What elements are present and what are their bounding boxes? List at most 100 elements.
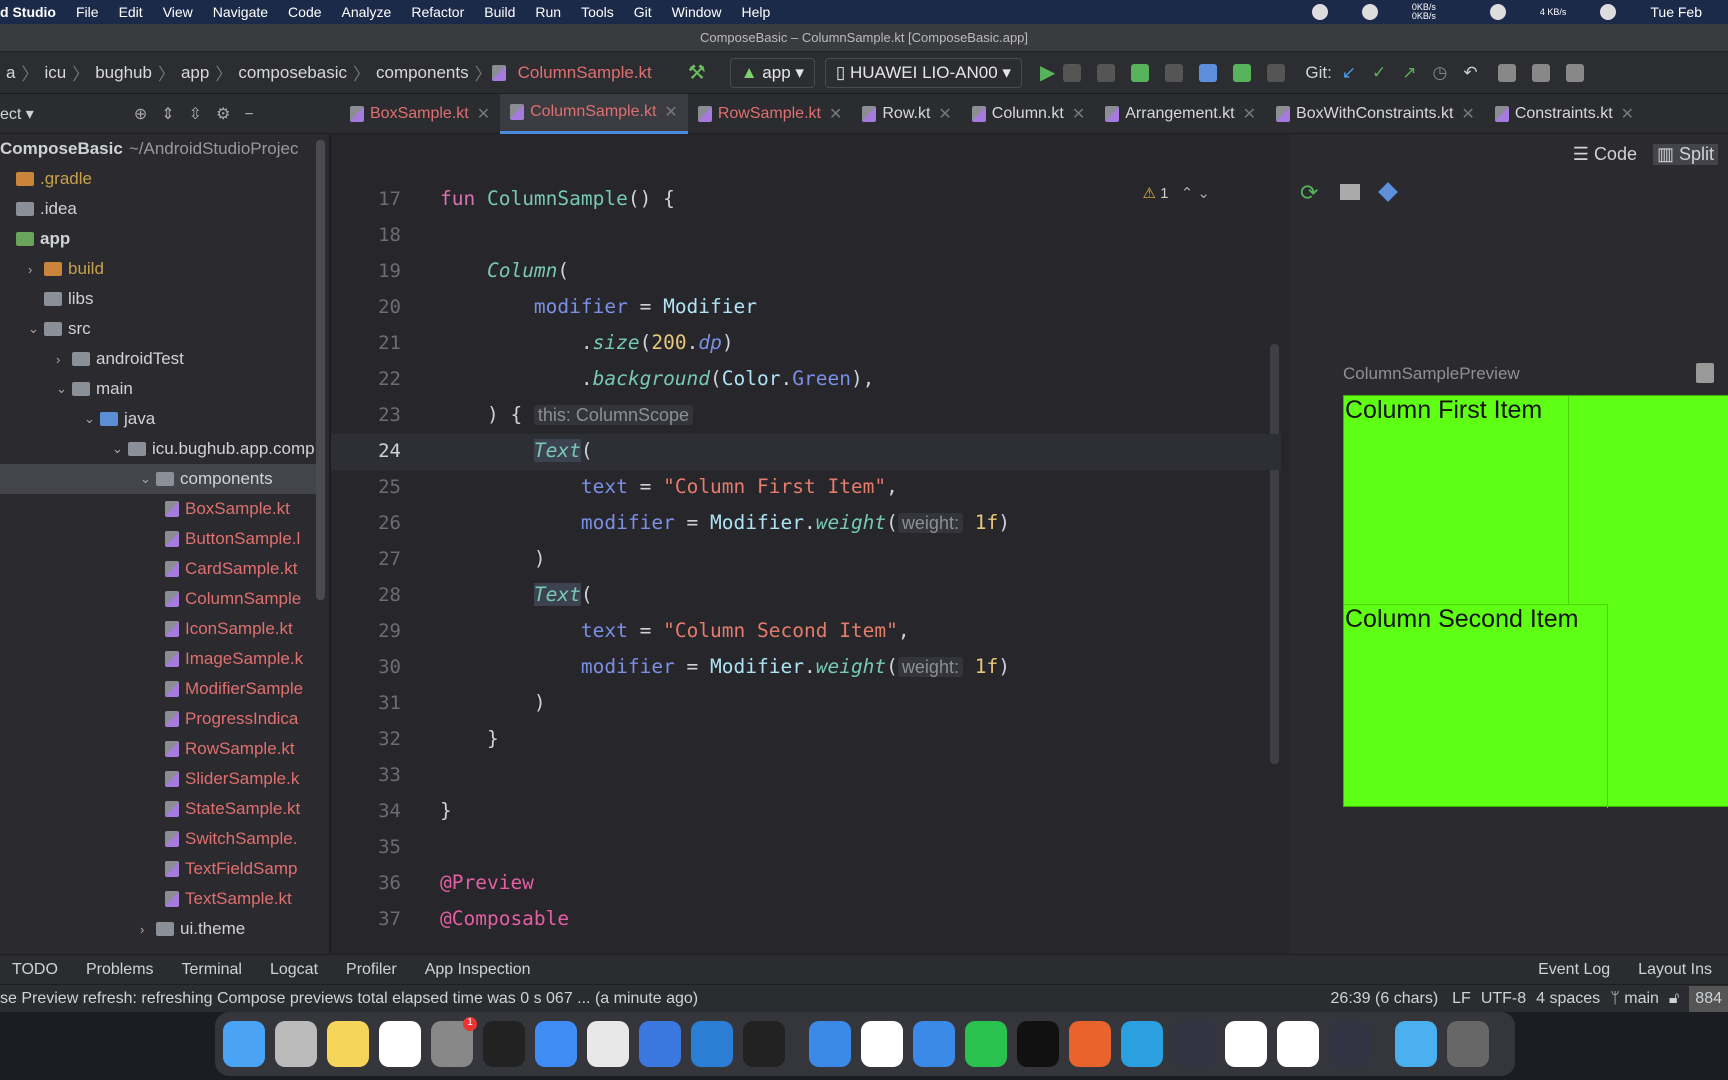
tree-item[interactable]: › androidTest [0, 344, 316, 374]
lock-icon[interactable]: 🔓︎ [1669, 990, 1679, 1008]
rerun-icon[interactable] [1063, 63, 1082, 82]
tree-item[interactable]: ⌄ icu.bughub.app.comp [0, 434, 316, 464]
charles-icon[interactable] [1173, 1021, 1215, 1067]
tree-item[interactable]: .gradle [0, 164, 316, 194]
close-icon[interactable]: ✕ [477, 104, 490, 124]
tab-boxwithconstraints[interactable]: BoxWithConstraints.kt ✕ [1266, 94, 1485, 134]
code-line[interactable]: text = "Column First Item", [440, 475, 898, 498]
tree-item[interactable]: ButtonSample.l [0, 524, 316, 554]
qq-icon[interactable] [1277, 1021, 1319, 1067]
tree-item[interactable]: ⌄ src [0, 314, 316, 344]
code-line[interactable]: ) [440, 691, 546, 714]
app-menu[interactable]: d Studio [0, 4, 56, 20]
tree-item[interactable]: ColumnSample [0, 584, 316, 614]
tool-window-app-inspection[interactable]: App Inspection [425, 961, 531, 979]
breadcrumb-item[interactable]: bughub [95, 63, 152, 83]
tree-item[interactable]: ComposeBasic ~/AndroidStudioProjec [0, 134, 316, 164]
code-line[interactable]: Text( [440, 439, 593, 462]
tree-item[interactable]: BoxSample.kt [0, 494, 316, 524]
chrome-icon[interactable] [587, 1021, 629, 1067]
menu-window[interactable]: Window [672, 4, 722, 20]
tool-window-problems[interactable]: Problems [86, 961, 154, 979]
postman-icon[interactable] [1069, 1021, 1111, 1067]
project-toolbar-icons[interactable]: ⊕⇕⇳⚙− [134, 104, 268, 124]
chevron-icon[interactable]: ⌄ [140, 471, 156, 487]
tool-window-logcat[interactable]: Logcat [270, 961, 318, 979]
menu-edit[interactable]: Edit [119, 4, 143, 20]
code-line[interactable]: modifier = Modifier [440, 295, 757, 318]
tab-column[interactable]: Column.kt ✕ [962, 94, 1095, 134]
build-hammer-icon[interactable]: ⚒ [688, 60, 706, 85]
project-view-select[interactable]: ect ▾ [0, 104, 34, 124]
rollback-icon[interactable]: ↶ [1463, 63, 1477, 83]
tool-window-event-log[interactable]: Event Log [1538, 961, 1610, 979]
git-push-icon[interactable]: ↗ [1402, 63, 1416, 83]
debug-attach-icon[interactable] [1233, 63, 1252, 82]
close-icon[interactable]: ✕ [938, 104, 951, 124]
tree-item[interactable]: ⌄ components [0, 464, 316, 494]
stop-icon[interactable] [1267, 63, 1286, 82]
breadcrumb-item[interactable]: composebasic [238, 63, 347, 83]
close-icon[interactable]: ✕ [1072, 104, 1085, 124]
editor-scrollbar[interactable] [1270, 344, 1279, 764]
preview-render[interactable]: Column First Item Column Second Item [1343, 395, 1728, 808]
close-icon[interactable]: ✕ [1243, 104, 1256, 124]
chevron-icon[interactable]: › [140, 922, 156, 937]
control-center-icon[interactable] [1600, 4, 1617, 20]
vscode-icon[interactable] [691, 1021, 733, 1067]
file-encoding[interactable]: UTF-8 [1481, 990, 1526, 1008]
tree-item[interactable]: IconSample.kt [0, 614, 316, 644]
activity-monitor-icon[interactable] [743, 1021, 785, 1067]
trash-icon[interactable] [1447, 1021, 1489, 1067]
tab-constraints[interactable]: Constraints.kt ✕ [1485, 94, 1644, 134]
code-editor[interactable]: ⚠ 1 ⌃ ⌄ 17 fun ColumnSample() {18 19 Colum… [331, 134, 1290, 954]
finder-icon[interactable] [223, 1021, 265, 1067]
git-update-icon[interactable]: ↙ [1342, 63, 1356, 83]
tree-item[interactable]: TextFieldSamp [0, 854, 316, 884]
code-line[interactable]: ) { this: ColumnScope [440, 403, 693, 426]
refresh-preview-icon[interactable]: ⟳ [1300, 180, 1318, 206]
layout-options-icon[interactable] [1340, 184, 1360, 200]
run-config-select[interactable]: ▲ app ▾ [729, 57, 815, 88]
notification-icon[interactable] [1361, 4, 1378, 20]
chevron-icon[interactable]: ⌄ [56, 381, 72, 397]
tool-window-layout-ins[interactable]: Layout Ins [1638, 961, 1712, 979]
code-line[interactable]: .background(Color.Green), [440, 367, 875, 390]
wechat-tray-icon[interactable] [1489, 4, 1506, 20]
sdk-manager-icon[interactable] [1565, 63, 1584, 82]
tree-item[interactable]: StateSample.kt [0, 794, 316, 824]
warning-indicator[interactable]: ⚠ 1 ⌃ ⌄ [1143, 184, 1210, 202]
record-icon[interactable] [1311, 4, 1328, 20]
chevron-icon[interactable]: ⌄ [112, 441, 128, 457]
chevron-icon[interactable]: ⌄ [84, 411, 100, 427]
clock[interactable]: Tue Feb [1650, 4, 1702, 20]
safari-icon[interactable] [809, 1021, 851, 1067]
code-line[interactable]: ) [440, 547, 546, 570]
system-preferences-icon[interactable]: 1 [431, 1017, 477, 1067]
code-line[interactable]: Column( [440, 259, 569, 282]
code-line[interactable]: text = "Column Second Item", [440, 619, 910, 642]
menu-refactor[interactable]: Refactor [411, 4, 464, 20]
iterm-icon[interactable] [1017, 1021, 1059, 1067]
breadcrumb-item[interactable]: app [181, 63, 209, 83]
apply-changes-icon[interactable] [1097, 63, 1116, 82]
android-studio-icon[interactable] [913, 1021, 955, 1067]
tree-item[interactable]: TextSample.kt [0, 884, 316, 914]
tree-item[interactable]: › ui.theme [0, 914, 316, 944]
wps-icon[interactable] [1225, 1021, 1267, 1067]
menu-build[interactable]: Build [484, 4, 515, 20]
memory-indicator[interactable]: 884 [1689, 985, 1728, 1012]
indent-setting[interactable]: 4 spaces [1536, 990, 1600, 1008]
line-separator[interactable]: LF [1452, 990, 1471, 1008]
tab-rowsample[interactable]: RowSample.kt ✕ [688, 94, 853, 134]
tree-item[interactable]: SliderSample.k [0, 764, 316, 794]
sync-gradle-icon[interactable] [1497, 63, 1516, 82]
tree-item[interactable]: SwitchSample. [0, 824, 316, 854]
menu-help[interactable]: Help [741, 4, 770, 20]
menu-code[interactable]: Code [288, 4, 321, 20]
tree-item[interactable]: › build [0, 254, 316, 284]
breadcrumb-item[interactable]: a [6, 63, 15, 83]
chevron-icon[interactable]: ⌄ [28, 321, 44, 337]
breadcrumb-item[interactable]: icu [44, 63, 66, 83]
tree-item[interactable]: .idea [0, 194, 316, 224]
